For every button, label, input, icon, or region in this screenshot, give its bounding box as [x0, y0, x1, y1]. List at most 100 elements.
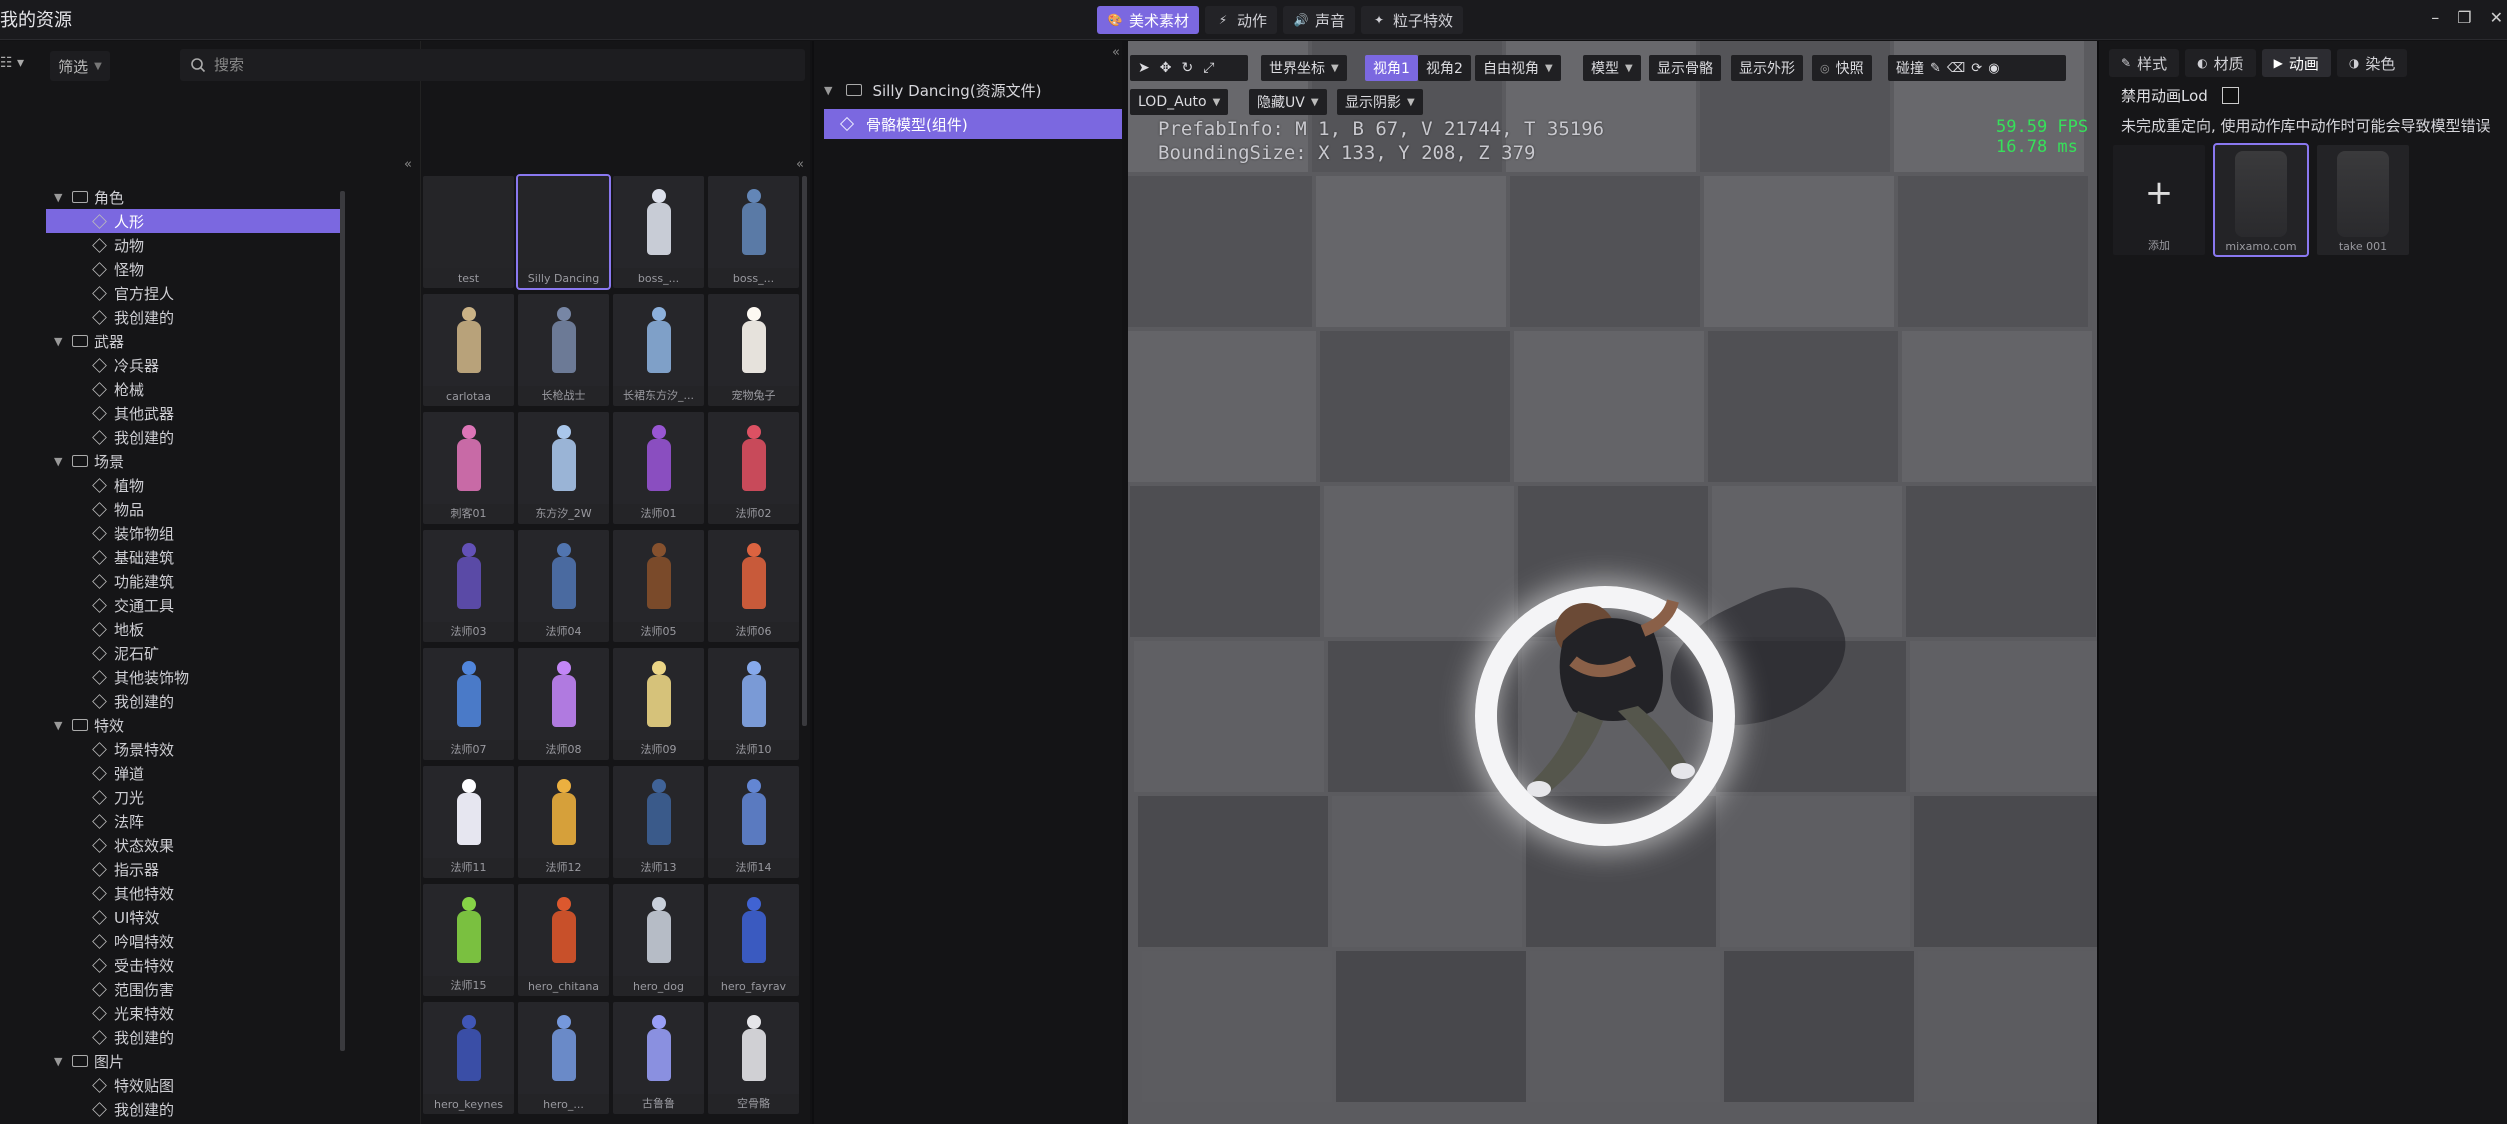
tree-item[interactable]: 其他特效: [0, 881, 345, 905]
close-icon[interactable]: ✕: [2490, 8, 2503, 27]
tree-item[interactable]: 动物: [0, 233, 345, 257]
toolbar-dropdown-0[interactable]: LOD_Auto ▼: [1130, 89, 1229, 115]
toolbar-button-6[interactable]: 显示外形: [1731, 55, 1803, 81]
asset-card[interactable]: 宠物兔子: [708, 294, 799, 406]
asset-card[interactable]: 法师13: [613, 766, 704, 878]
scene-child-item[interactable]: 骨骼模型(组件): [824, 109, 1122, 139]
filter-button[interactable]: 筛选 ▼: [50, 51, 110, 81]
asset-card[interactable]: 长裙东方汐_...: [613, 294, 704, 406]
mode-tab-0[interactable]: 🎨 美术素材: [1097, 6, 1200, 34]
tree-item[interactable]: 我创建的: [0, 1025, 345, 1049]
tree-folder[interactable]: ▼ 武器: [0, 329, 345, 353]
3d-viewport[interactable]: ➤ ✥ ↻ ⤢ 世界坐标 ▼ 视角1 视角2 自由视角 ▼ 模型 ▼ 显示骨骼 显示外形 ◎ 快照 碰撞…: [1128, 41, 2097, 1124]
tree-item[interactable]: 刀光: [0, 785, 345, 809]
collapse-grid-icon[interactable]: «: [796, 157, 804, 172]
asset-card[interactable]: 法师05: [613, 530, 704, 642]
tree-item[interactable]: 怪物: [0, 257, 345, 281]
asset-card[interactable]: hero_chitana: [518, 884, 609, 996]
search-box[interactable]: [180, 49, 805, 81]
asset-card[interactable]: 法师02: [708, 412, 799, 524]
tree-item[interactable]: 我创建的: [0, 425, 345, 449]
animation-card[interactable]: mixamo.com: [2213, 143, 2309, 257]
asset-card[interactable]: 法师01: [613, 412, 704, 524]
mode-tab-2[interactable]: 🔊 声音: [1283, 6, 1356, 34]
tree-item[interactable]: 地板: [0, 617, 345, 641]
tree-item[interactable]: 法阵: [0, 809, 345, 833]
rotate-icon[interactable]: ↻: [1181, 60, 1193, 76]
scene-root-item[interactable]: ▼ Silly Dancing(资源文件): [824, 75, 1124, 105]
toolbar-button-3[interactable]: 自由视角 ▼: [1475, 55, 1561, 81]
tree-folder[interactable]: ▼ 角色: [0, 185, 345, 209]
tree-item[interactable]: 其他装饰物: [0, 665, 345, 689]
add-animation-button[interactable]: + 添加: [2113, 145, 2205, 255]
property-tab-2[interactable]: ▶ 动画: [2261, 49, 2331, 77]
tree-item[interactable]: 范围伤害: [0, 977, 345, 1001]
caret-down-icon[interactable]: ▼: [54, 335, 62, 348]
asset-card[interactable]: 法师03: [423, 530, 514, 642]
asset-card[interactable]: carlotaa: [423, 294, 514, 406]
tree-item[interactable]: 泥石矿: [0, 641, 345, 665]
toolbar-dropdown-1[interactable]: 隐藏UV ▼: [1249, 89, 1327, 115]
asset-card[interactable]: 法师10: [708, 648, 799, 760]
tree-item[interactable]: 我创建的: [0, 305, 345, 329]
asset-card[interactable]: 法师12: [518, 766, 609, 878]
asset-card[interactable]: 东方汐_2W: [518, 412, 609, 524]
toolbar-button-4[interactable]: 模型 ▼: [1583, 55, 1641, 81]
asset-card[interactable]: 法师08: [518, 648, 609, 760]
eye-icon[interactable]: ◉: [1988, 61, 1999, 76]
tree-item[interactable]: 功能建筑: [0, 569, 345, 593]
toolbar-button-0[interactable]: 世界坐标 ▼: [1261, 55, 1347, 81]
tree-item[interactable]: 状态效果: [0, 833, 345, 857]
tree-item[interactable]: 植物: [0, 473, 345, 497]
tree-item[interactable]: 其他武器: [0, 401, 345, 425]
asset-card[interactable]: hero_dog: [613, 884, 704, 996]
asset-card[interactable]: 法师07: [423, 648, 514, 760]
scale-icon[interactable]: ⤢: [1203, 60, 1214, 76]
asset-card[interactable]: hero_...: [518, 1002, 609, 1114]
tree-scrollbar[interactable]: [340, 191, 345, 1051]
asset-card[interactable]: hero_fayrav: [708, 884, 799, 996]
disable-lod-checkbox[interactable]: [2221, 87, 2239, 104]
tree-folder[interactable]: ▼ 图片: [0, 1049, 345, 1073]
tree-item[interactable]: 枪械: [0, 377, 345, 401]
toolbar-button-7[interactable]: ◎ 快照: [1812, 55, 1872, 81]
select-arrow-icon[interactable]: ➤: [1138, 60, 1150, 76]
tree-item[interactable]: 冷兵器: [0, 353, 345, 377]
tree-folder[interactable]: ▼ 特效: [0, 713, 345, 737]
tree-item[interactable]: 我创建的: [0, 1097, 345, 1121]
asset-card[interactable]: boss_...: [708, 176, 799, 288]
asset-card[interactable]: Silly Dancing: [516, 174, 611, 290]
brush-icon[interactable]: ✎: [1930, 61, 1941, 76]
asset-card[interactable]: 法师15: [423, 884, 514, 996]
toolbar-button-1[interactable]: 视角1: [1365, 55, 1418, 81]
tree-item[interactable]: 吟唱特效: [0, 929, 345, 953]
tree-item[interactable]: 物品: [0, 497, 345, 521]
property-tab-3[interactable]: ◑ 染色: [2336, 49, 2408, 77]
asset-card[interactable]: 法师04: [518, 530, 609, 642]
restore-icon[interactable]: ❐: [2457, 8, 2471, 27]
tree-item[interactable]: 光束特效: [0, 1001, 345, 1025]
asset-card[interactable]: boss_...: [613, 176, 704, 288]
asset-card[interactable]: hero_keynes: [423, 1002, 514, 1114]
asset-card[interactable]: 刺客01: [423, 412, 514, 524]
property-tab-1[interactable]: ◐ 材质: [2185, 49, 2256, 77]
eraser-icon[interactable]: ⌫: [1947, 61, 1965, 76]
tree-item[interactable]: 指示器: [0, 857, 345, 881]
collapse-left-icon[interactable]: «: [404, 157, 412, 172]
refresh-icon[interactable]: ⟳: [1971, 61, 1982, 76]
caret-down-icon[interactable]: ▼: [54, 1055, 62, 1068]
asset-card[interactable]: 古鲁鲁: [613, 1002, 704, 1114]
collapse-scene-icon[interactable]: «: [1112, 45, 1120, 60]
asset-card[interactable]: 法师14: [708, 766, 799, 878]
mode-tab-1[interactable]: ⚡ 动作: [1205, 6, 1278, 34]
caret-down-icon[interactable]: ▼: [54, 719, 62, 732]
toolbar-dropdown-2[interactable]: 显示阴影 ▼: [1337, 89, 1423, 115]
asset-card[interactable]: 长枪战士: [518, 294, 609, 406]
tree-folder[interactable]: ▼ 场景: [0, 449, 345, 473]
tree-item[interactable]: 我创建的: [0, 689, 345, 713]
toolbar-button-2[interactable]: 视角2: [1418, 55, 1471, 81]
tree-item[interactable]: 特效贴图: [0, 1073, 345, 1097]
asset-card[interactable]: test: [423, 176, 514, 288]
mode-tab-3[interactable]: ✦ 粒子特效: [1361, 6, 1464, 34]
tree-item[interactable]: 弹道: [0, 761, 345, 785]
